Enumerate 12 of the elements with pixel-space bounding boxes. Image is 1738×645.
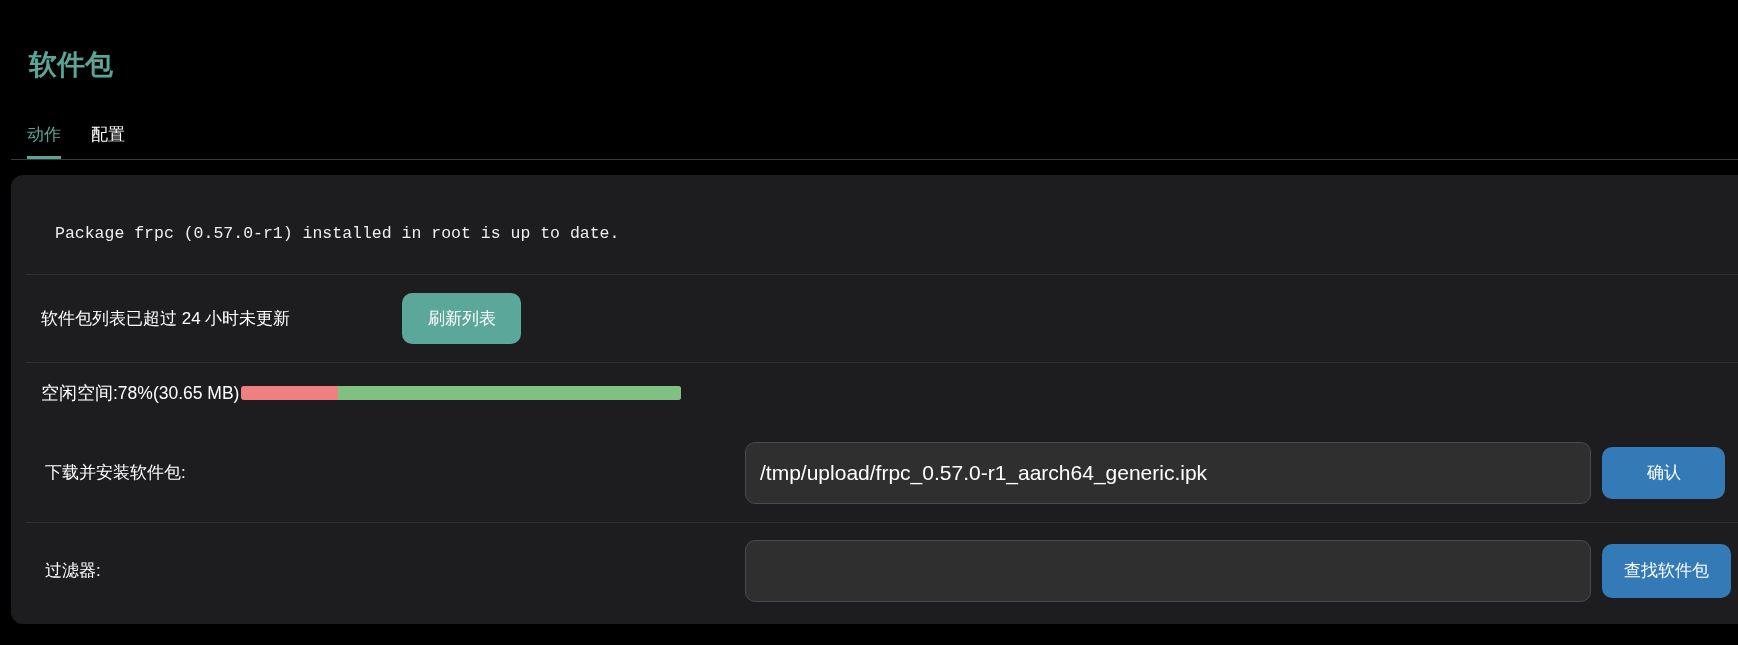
free-space-label: 空闲空间:78%(30.65 MB): [41, 382, 240, 405]
tab[interactable]: 动作: [27, 112, 61, 159]
tab[interactable]: 配置: [91, 112, 125, 159]
filter-label: 过滤器:: [45, 560, 102, 582]
find-packages-button[interactable]: 查找软件包: [1602, 544, 1731, 598]
status-message: Package frpc (0.57.0-r1) installed in root is up to date.: [55, 223, 620, 245]
update-notice: 软件包列表已超过 24 小时未更新: [41, 307, 292, 330]
confirm-button[interactable]: 确认: [1602, 447, 1725, 499]
install-label: 下载并安装软件包:: [45, 462, 187, 484]
package-path-field[interactable]: /tmp/upload/frpc_0.57.0-r1_aarch64_generic.ipk: [745, 442, 1591, 504]
page-title: 软件包: [29, 48, 113, 82]
filter-field[interactable]: [745, 540, 1591, 602]
